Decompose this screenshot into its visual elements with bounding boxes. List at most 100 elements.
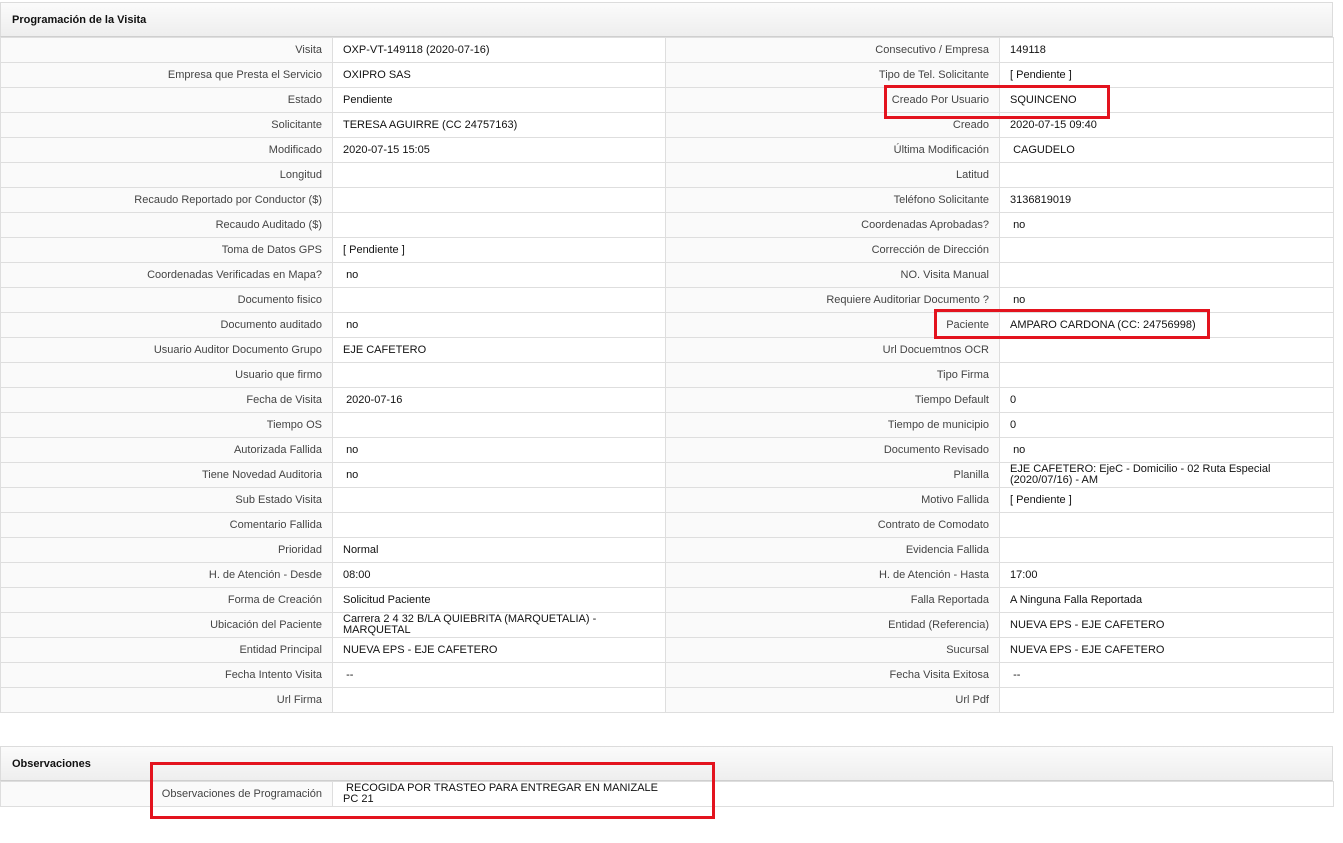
- table-row: Url Firma Url Pdf: [0, 687, 1334, 713]
- field-label: Entidad (Referencia): [665, 612, 1000, 638]
- field-label: Url Docuemtnos OCR: [665, 337, 1000, 363]
- table-row: Toma de Datos GPS[ Pendiente ] Corrección…: [0, 237, 1334, 263]
- field-label: Requiere Auditoriar Documento ?: [665, 287, 1000, 313]
- field-label: Sucursal: [665, 637, 1000, 663]
- field-value: [ Pendiente ]: [999, 487, 1334, 513]
- field-value: [999, 537, 1334, 563]
- table-row: Visita OXP-VT-149118 (2020-07-16) Consecut…: [0, 37, 1334, 63]
- field-value: EJE CAFETERO: [332, 337, 666, 363]
- table-row: Coordenadas Verificadas en Mapa? no NO. V…: [0, 262, 1334, 288]
- panel-title: Observaciones: [0, 746, 1333, 781]
- field-label: Modificado: [0, 137, 333, 163]
- table-row: Autorizada Fallida no Documento Revisado …: [0, 437, 1334, 463]
- table-row: Ubicación del Paciente Carrera 2 4 32 B/L…: [0, 612, 1334, 638]
- table-row: Documento auditado no Paciente AMPARO CARD…: [0, 312, 1334, 338]
- field-label: Usuario que firmo: [0, 362, 333, 388]
- table-row: Longitud Latitud: [0, 162, 1334, 188]
- field-label: Tipo Firma: [665, 362, 1000, 388]
- table-row: Forma de Creación Solicitud Paciente Falla…: [0, 587, 1334, 613]
- observaciones-panel: Observaciones Observaciones de Programac…: [0, 746, 1334, 807]
- field-value: --: [999, 662, 1334, 688]
- field-value: 3136819019: [999, 187, 1334, 213]
- field-value: [999, 262, 1334, 288]
- field-label: Documento fisico: [0, 287, 333, 313]
- field-value: TERESA AGUIRRE (CC 24757163): [332, 112, 666, 138]
- table-row: Empresa que Presta el Servicio OXIPRO SAS…: [0, 62, 1334, 88]
- field-label: Usuario Auditor Documento Grupo: [0, 337, 333, 363]
- field-label: Coordenadas Aprobadas?: [665, 212, 1000, 238]
- field-value: [999, 512, 1334, 538]
- field-label: Planilla: [665, 462, 1000, 488]
- field-label: Teléfono Solicitante: [665, 187, 1000, 213]
- table-row: Tiene Novedad Auditoria no Planilla EJE CA…: [0, 462, 1334, 488]
- field-value: SQUINCENO: [999, 87, 1334, 113]
- table-row: Modificado 2020-07-15 15:05 Última Modific…: [0, 137, 1334, 163]
- field-label: Url Pdf: [665, 687, 1000, 713]
- field-value: EJE CAFETERO: EjeC - Domicilio - 02 Ruta…: [999, 462, 1334, 488]
- field-label: Contrato de Comodato: [665, 512, 1000, 538]
- field-value: no: [332, 462, 666, 488]
- field-value: A Ninguna Falla Reportada: [999, 587, 1334, 613]
- visit-details-table: Visita OXP-VT-149118 (2020-07-16) Consecut…: [0, 37, 1334, 713]
- field-label: Recaudo Reportado por Conductor ($): [0, 187, 333, 213]
- table-row: Solicitante TERESA AGUIRRE (CC 24757163) C…: [0, 112, 1334, 138]
- programacion-panel: Programación de la Visita Visita OXP-VT-1…: [0, 2, 1334, 713]
- field-label: Comentario Fallida: [0, 512, 333, 538]
- observations-line: RECOGIDA POR TRASTEO PARA ENTREGAR EN MA…: [343, 782, 658, 794]
- field-value: [332, 412, 666, 438]
- field-value: NUEVA EPS - EJE CAFETERO: [999, 637, 1334, 663]
- field-label: Entidad Principal: [0, 637, 333, 663]
- field-value: --: [332, 662, 666, 688]
- field-value: 17:00: [999, 562, 1334, 588]
- field-value: Carrera 2 4 32 B/LA QUIEBRITA (MARQUETAL…: [332, 612, 666, 638]
- field-label: H. de Atención - Hasta: [665, 562, 1000, 588]
- field-value: 2020-07-15 09:40: [999, 112, 1334, 138]
- field-label: Consecutivo / Empresa: [665, 37, 1000, 63]
- field-value: Solicitud Paciente: [332, 587, 666, 613]
- field-label: Toma de Datos GPS: [0, 237, 333, 263]
- field-label: H. de Atención - Desde: [0, 562, 333, 588]
- field-value: [332, 512, 666, 538]
- field-label: Forma de Creación: [0, 587, 333, 613]
- field-value: CAGUDELO: [999, 137, 1334, 163]
- field-label: NO. Visita Manual: [665, 262, 1000, 288]
- table-row: Prioridad Normal Evidencia Fallida: [0, 537, 1334, 563]
- table-row: Tiempo OS Tiempo de municipio 0: [0, 412, 1334, 438]
- field-value: 149118: [999, 37, 1334, 63]
- field-label: Corrección de Dirección: [665, 237, 1000, 263]
- field-value: Normal: [332, 537, 666, 563]
- field-value: 0: [999, 412, 1334, 438]
- field-value: [332, 162, 666, 188]
- field-label: Url Firma: [0, 687, 333, 713]
- field-value: [332, 187, 666, 213]
- field-value: [999, 237, 1334, 263]
- field-label: Ubicación del Paciente: [0, 612, 333, 638]
- field-label: Observaciones de Programación: [0, 781, 333, 807]
- field-value: [332, 362, 666, 388]
- table-row: Recaudo Reportado por Conductor ($) Teléf…: [0, 187, 1334, 213]
- field-value: NUEVA EPS - EJE CAFETERO: [999, 612, 1334, 638]
- field-value: [999, 687, 1334, 713]
- field-value: 2020-07-15 15:05: [332, 137, 666, 163]
- table-row: Documento fisico Requiere Auditoriar Docu…: [0, 287, 1334, 313]
- field-value: no: [999, 212, 1334, 238]
- field-label: Tipo de Tel. Solicitante: [665, 62, 1000, 88]
- field-label: Tiempo Default: [665, 387, 1000, 413]
- table-row: Comentario Fallida Contrato de Comodato: [0, 512, 1334, 538]
- field-label: Fecha Visita Exitosa: [665, 662, 1000, 688]
- table-row: Estado Pendiente Creado Por Usuario SQUINCE…: [0, 87, 1334, 113]
- table-row: Fecha Intento Visita -- Fecha Visita Exit…: [0, 662, 1334, 688]
- field-value: [332, 487, 666, 513]
- table-row: Sub Estado Visita Motivo Fallida[ Pendien…: [0, 487, 1334, 513]
- panel-title: Programación de la Visita: [0, 2, 1333, 37]
- field-label: Documento Revisado: [665, 437, 1000, 463]
- field-value: [ Pendiente ]: [332, 237, 666, 263]
- field-value: [ Pendiente ]: [999, 62, 1334, 88]
- field-label: Solicitante: [0, 112, 333, 138]
- field-label: Tiempo de municipio: [665, 412, 1000, 438]
- field-label: Fecha Intento Visita: [0, 662, 333, 688]
- field-value: [999, 337, 1334, 363]
- observations-value: RECOGIDA POR TRASTEO PARA ENTREGAR EN MA…: [332, 781, 1334, 807]
- field-label: Longitud: [0, 162, 333, 188]
- field-value: 08:00: [332, 562, 666, 588]
